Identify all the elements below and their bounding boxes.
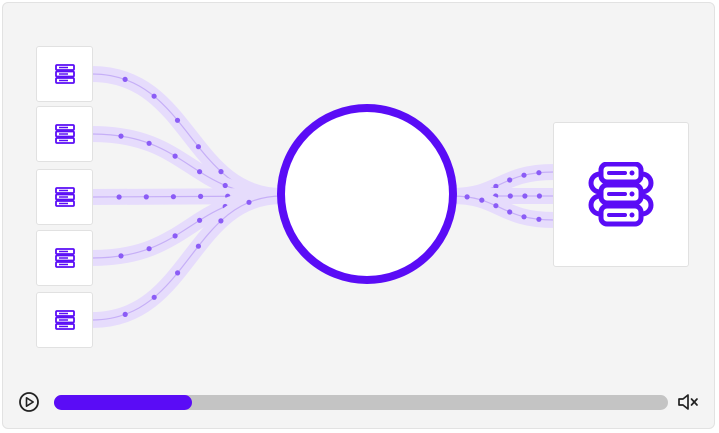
flow-dot xyxy=(507,209,513,215)
flow-dot xyxy=(172,233,178,239)
flow-dot xyxy=(172,153,178,159)
progress-bar[interactable] xyxy=(54,395,668,410)
destination-database xyxy=(553,122,689,267)
flow-dot xyxy=(170,194,176,200)
flow-dot xyxy=(536,170,542,176)
flow-dot xyxy=(222,182,228,189)
flow-dot xyxy=(146,140,152,146)
flow-dot xyxy=(122,311,128,317)
source-server-5 xyxy=(36,292,93,348)
mute-button[interactable] xyxy=(676,391,700,413)
flow-dot xyxy=(197,217,203,223)
source-server-1 xyxy=(36,46,93,102)
flow-dot xyxy=(479,197,485,203)
flow-dot xyxy=(151,294,157,300)
flow-dot xyxy=(118,133,124,139)
flow-dot xyxy=(116,194,122,200)
flow-dot xyxy=(246,199,252,205)
flow-dot xyxy=(146,246,152,252)
flow-dot xyxy=(493,203,499,209)
flow-dot xyxy=(175,270,181,276)
flow-dot xyxy=(151,93,157,99)
server-stack-icon xyxy=(54,64,75,84)
flow-dot xyxy=(218,169,224,175)
play-icon xyxy=(19,392,39,412)
flow-dot xyxy=(507,193,513,199)
server-stack-icon xyxy=(54,124,75,144)
flow-dot xyxy=(536,216,542,222)
source-server-4 xyxy=(36,230,93,286)
source-server-2 xyxy=(36,106,93,162)
flow-dot xyxy=(507,177,513,183)
server-stack-icon xyxy=(54,187,75,207)
progress-fill xyxy=(54,395,193,410)
server-stack-icon xyxy=(54,248,75,268)
flow-dot xyxy=(174,117,181,123)
flow-dot xyxy=(536,193,543,199)
flow-dot xyxy=(198,193,204,199)
flow-dot xyxy=(195,144,201,150)
play-button[interactable] xyxy=(18,391,40,413)
database-server-icon xyxy=(588,161,654,226)
flow-dot xyxy=(118,253,124,259)
flow-dot xyxy=(143,194,149,200)
volume-muted-icon xyxy=(678,394,698,410)
flow-dot xyxy=(195,243,201,249)
flow-dot xyxy=(464,194,470,200)
flow-dot xyxy=(521,214,527,220)
flow-dot xyxy=(218,218,224,224)
source-server-3 xyxy=(36,169,93,225)
flow-dot xyxy=(197,169,203,175)
server-stack-icon xyxy=(54,310,75,330)
flow-dot xyxy=(522,193,528,199)
flow-dot xyxy=(521,172,527,178)
flow-dot xyxy=(122,76,128,82)
hub-circle xyxy=(277,104,457,284)
player-controls xyxy=(0,386,719,418)
